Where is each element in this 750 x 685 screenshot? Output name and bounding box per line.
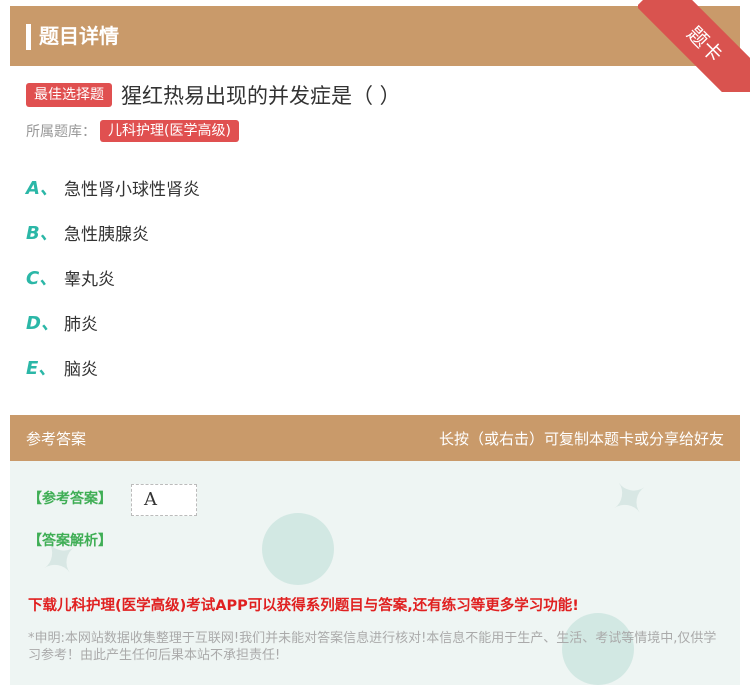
answer-section-title: 参考答案 (26, 430, 87, 448)
app-download-link[interactable]: 下载儿科护理(医学高级)考试APP可以获得系列题目与答案,还有练习等更多学习功能… (28, 594, 579, 615)
question-text: 猩红热易出现的并发症是（ ） (121, 84, 401, 108)
question-row: 最佳选择题 猩红热易出现的并发症是（ ） (26, 80, 401, 110)
library-label: 所属题库： (26, 124, 96, 140)
analysis-label: 【答案解析】 (28, 533, 112, 549)
answer-value: A (131, 484, 197, 516)
library-row: 所属题库： 儿科护理(医学高级) (26, 120, 239, 142)
ribbon-label: 题卡 (638, 0, 750, 92)
option-text: 肺炎 (64, 314, 98, 335)
option-text: 急性胰腺炎 (64, 224, 149, 245)
option-letter: C、 (26, 268, 58, 289)
option-e[interactable]: E、 脑炎 (26, 353, 98, 381)
answer-label: 【参考答案】 (28, 491, 112, 507)
option-a[interactable]: A、 急性肾小球性肾炎 (26, 173, 200, 201)
share-hint: 长按（或右击）可复制本题卡或分享给好友 (438, 430, 724, 448)
option-d[interactable]: D、 肺炎 (26, 308, 98, 336)
page-title: 题目详情 (39, 24, 119, 48)
option-text: 睾丸炎 (64, 269, 115, 290)
option-text: 脑炎 (64, 359, 98, 380)
disclaimer-text: *申明:本网站数据收集整理于互联网!我们并未能对答案信息进行核对!本信息不能用于… (28, 631, 717, 663)
option-letter: E、 (26, 358, 57, 379)
option-b[interactable]: B、 急性胰腺炎 (26, 218, 149, 246)
option-c[interactable]: C、 睾丸炎 (26, 263, 115, 291)
option-letter: D、 (26, 313, 59, 334)
answer-header-bar: 参考答案 长按（或右击）可复制本题卡或分享给好友 (10, 415, 740, 461)
corner-ribbon: 题卡 (638, 0, 750, 92)
option-letter: A、 (26, 178, 58, 199)
option-text: 急性肾小球性肾炎 (64, 179, 200, 200)
library-link[interactable]: 儿科护理(医学高级) (100, 120, 239, 142)
watermark-logo-icon (262, 513, 334, 585)
header-accent (26, 24, 31, 50)
watermark-text: ✦ (597, 464, 663, 534)
header-bar: 题目详情 (10, 6, 740, 66)
question-type-badge: 最佳选择题 (26, 83, 112, 107)
option-letter: B、 (26, 223, 58, 244)
